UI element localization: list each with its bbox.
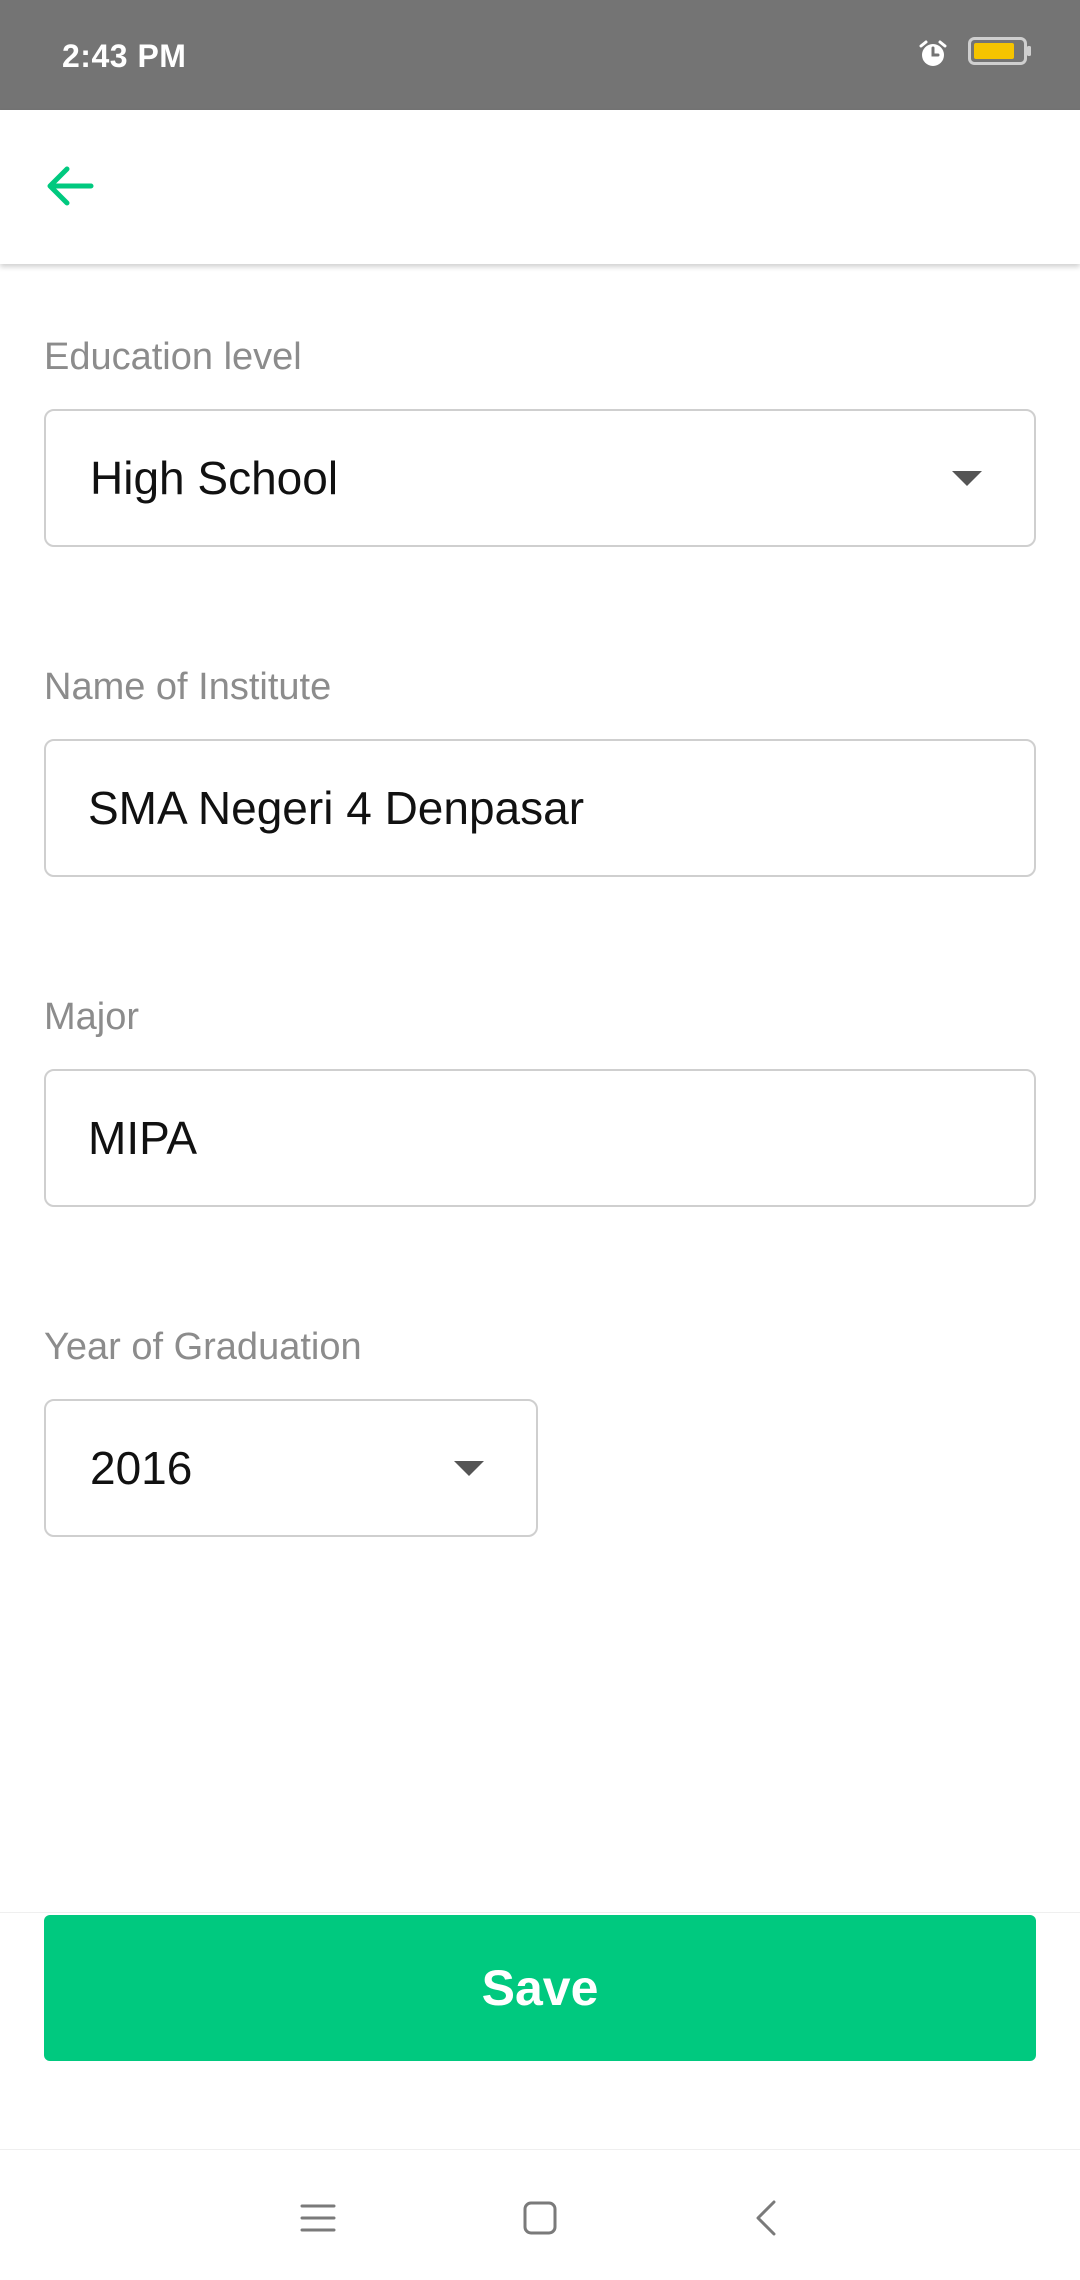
institute-input[interactable]: SMA Negeri 4 Denpasar (44, 739, 1036, 877)
system-nav-bar (0, 2150, 1080, 2280)
battery-icon (968, 36, 1032, 71)
major-value: MIPA (88, 1112, 198, 1164)
dropdown-arrow-icon (952, 470, 982, 486)
education-level-label: Education level (44, 336, 302, 378)
home-icon (522, 2200, 558, 2241)
status-bar: 2:43 PM (0, 0, 1080, 110)
graduation-year-select[interactable]: 2016 (44, 1399, 538, 1537)
save-area: Save (0, 1912, 1080, 2150)
back-button[interactable] (40, 158, 100, 218)
menu-icon (300, 2202, 336, 2239)
nav-home-button[interactable] (510, 2190, 570, 2250)
institute-label: Name of Institute (44, 666, 332, 708)
save-button[interactable]: Save (44, 1915, 1036, 2061)
arrow-left-icon (45, 164, 95, 213)
education-level-select[interactable]: High School (44, 409, 1036, 547)
nav-menu-button[interactable] (288, 2190, 348, 2250)
app-bar (0, 110, 1080, 264)
back-icon (754, 2199, 778, 2242)
education-level-value: High School (90, 452, 339, 504)
screen: 2:43 PM Education level High School Name… (0, 0, 1080, 2280)
status-time: 2:43 PM (62, 38, 187, 74)
graduation-year-value: 2016 (90, 1442, 193, 1494)
alarm-icon (918, 39, 948, 69)
major-input[interactable]: MIPA (44, 1069, 1036, 1207)
major-label: Major (44, 996, 140, 1038)
graduation-year-label: Year of Graduation (44, 1326, 362, 1368)
dropdown-arrow-icon (454, 1460, 484, 1476)
nav-back-button[interactable] (736, 2190, 796, 2250)
status-icons (918, 36, 1032, 71)
institute-value: SMA Negeri 4 Denpasar (88, 782, 585, 834)
